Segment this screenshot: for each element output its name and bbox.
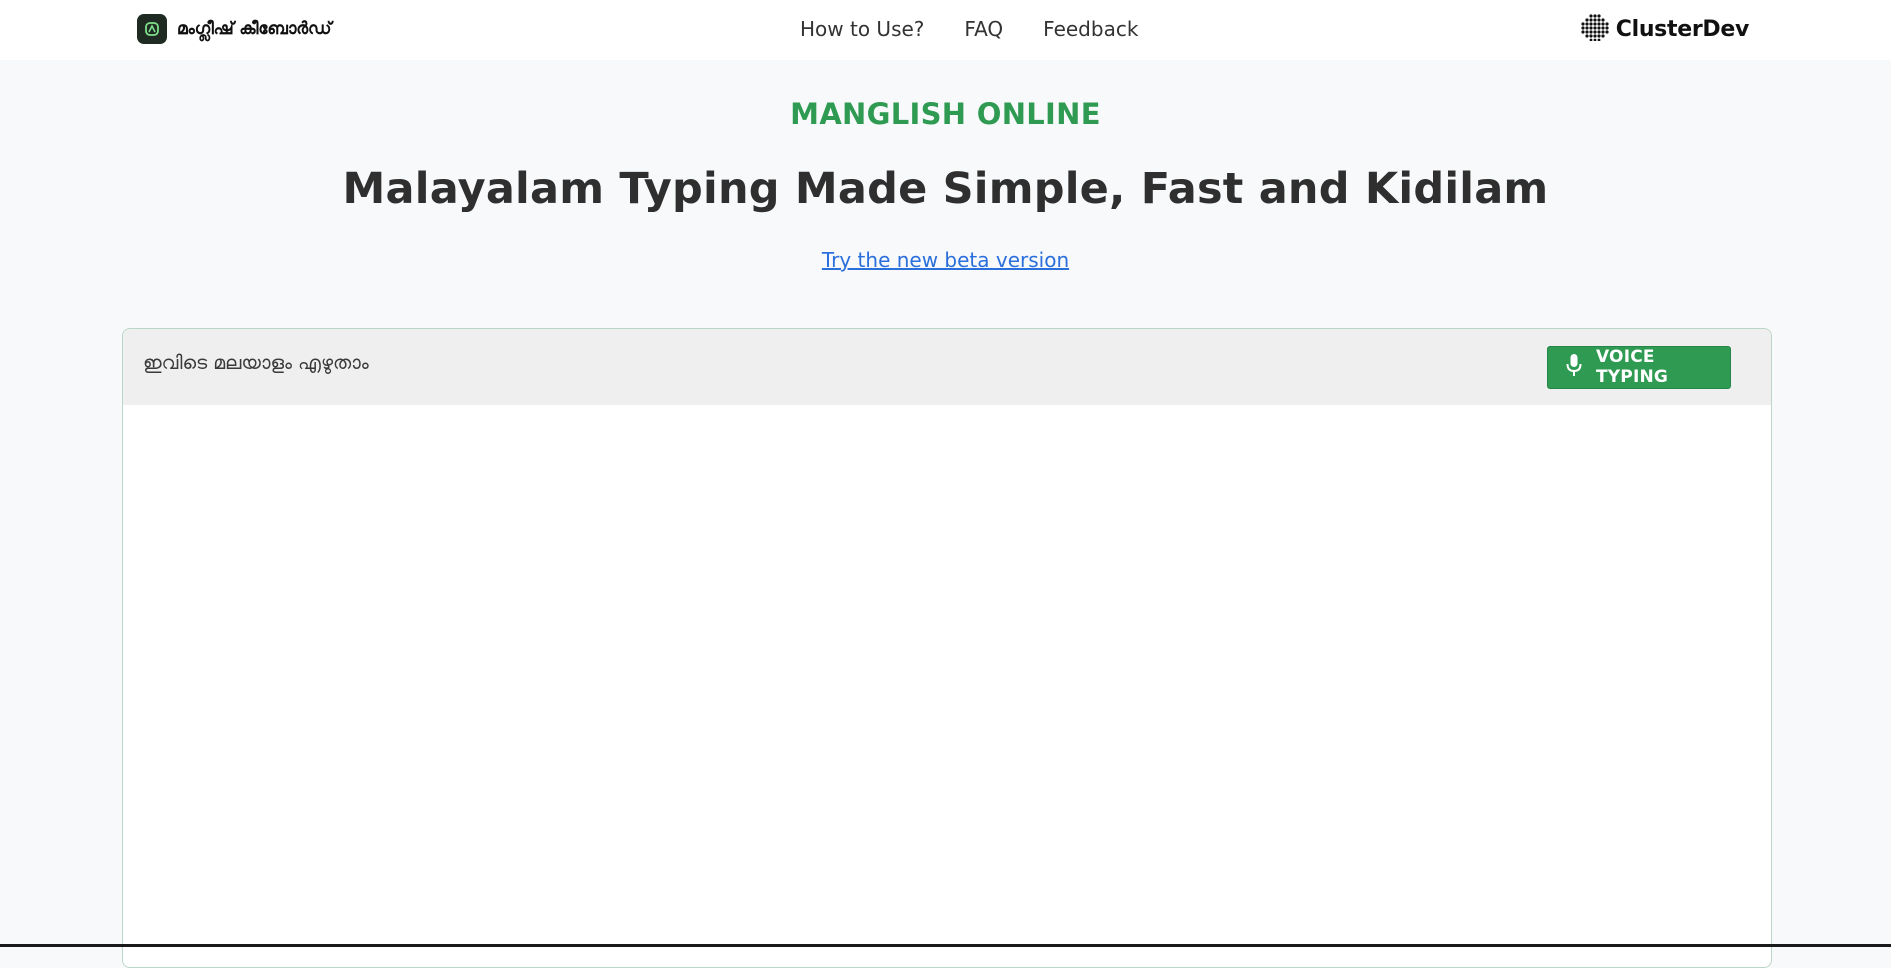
brand-home-link[interactable]: മംഗ്ലീഷ് കീബോർഡ് (137, 14, 331, 44)
editor-panel: ഇവിടെ മലയാളം എഴുതാം VOICE TYPING (122, 328, 1772, 968)
main-nav: How to Use? FAQ Feedback (800, 14, 1138, 44)
hero-section: MANGLISH ONLINE Malayalam Typing Made Si… (0, 60, 1891, 272)
nav-faq[interactable]: FAQ (964, 17, 1003, 41)
app-logo-icon (137, 14, 167, 44)
editor-prompt: ഇവിടെ മലയാളം എഴുതാം (143, 352, 369, 374)
clusterdev-dots-icon (1581, 13, 1609, 45)
voice-typing-label: VOICE TYPING (1596, 347, 1669, 387)
brand-name: മംഗ്ലീഷ് കീബോർഡ് (177, 19, 332, 39)
beta-version-link[interactable]: Try the new beta version (822, 248, 1069, 272)
clusterdev-name: ClusterDev (1615, 16, 1750, 42)
microphone-icon (1566, 353, 1582, 381)
hero-eyebrow: MANGLISH ONLINE (790, 97, 1101, 131)
nav-feedback[interactable]: Feedback (1043, 17, 1138, 41)
top-navbar: മംഗ്ലീഷ് കീബോർഡ് How to Use? FAQ Feedbac… (0, 0, 1891, 60)
nav-how-to-use[interactable]: How to Use? (800, 17, 924, 41)
editor-toolbar: ഇവിടെ മലയാളം എഴുതാം VOICE TYPING (123, 329, 1771, 405)
page-title: Malayalam Typing Made Simple, Fast and K… (342, 164, 1549, 214)
clusterdev-link[interactable]: ClusterDev (1581, 13, 1749, 45)
voice-typing-button[interactable]: VOICE TYPING (1547, 345, 1731, 389)
malayalam-text-area[interactable] (123, 405, 1771, 967)
